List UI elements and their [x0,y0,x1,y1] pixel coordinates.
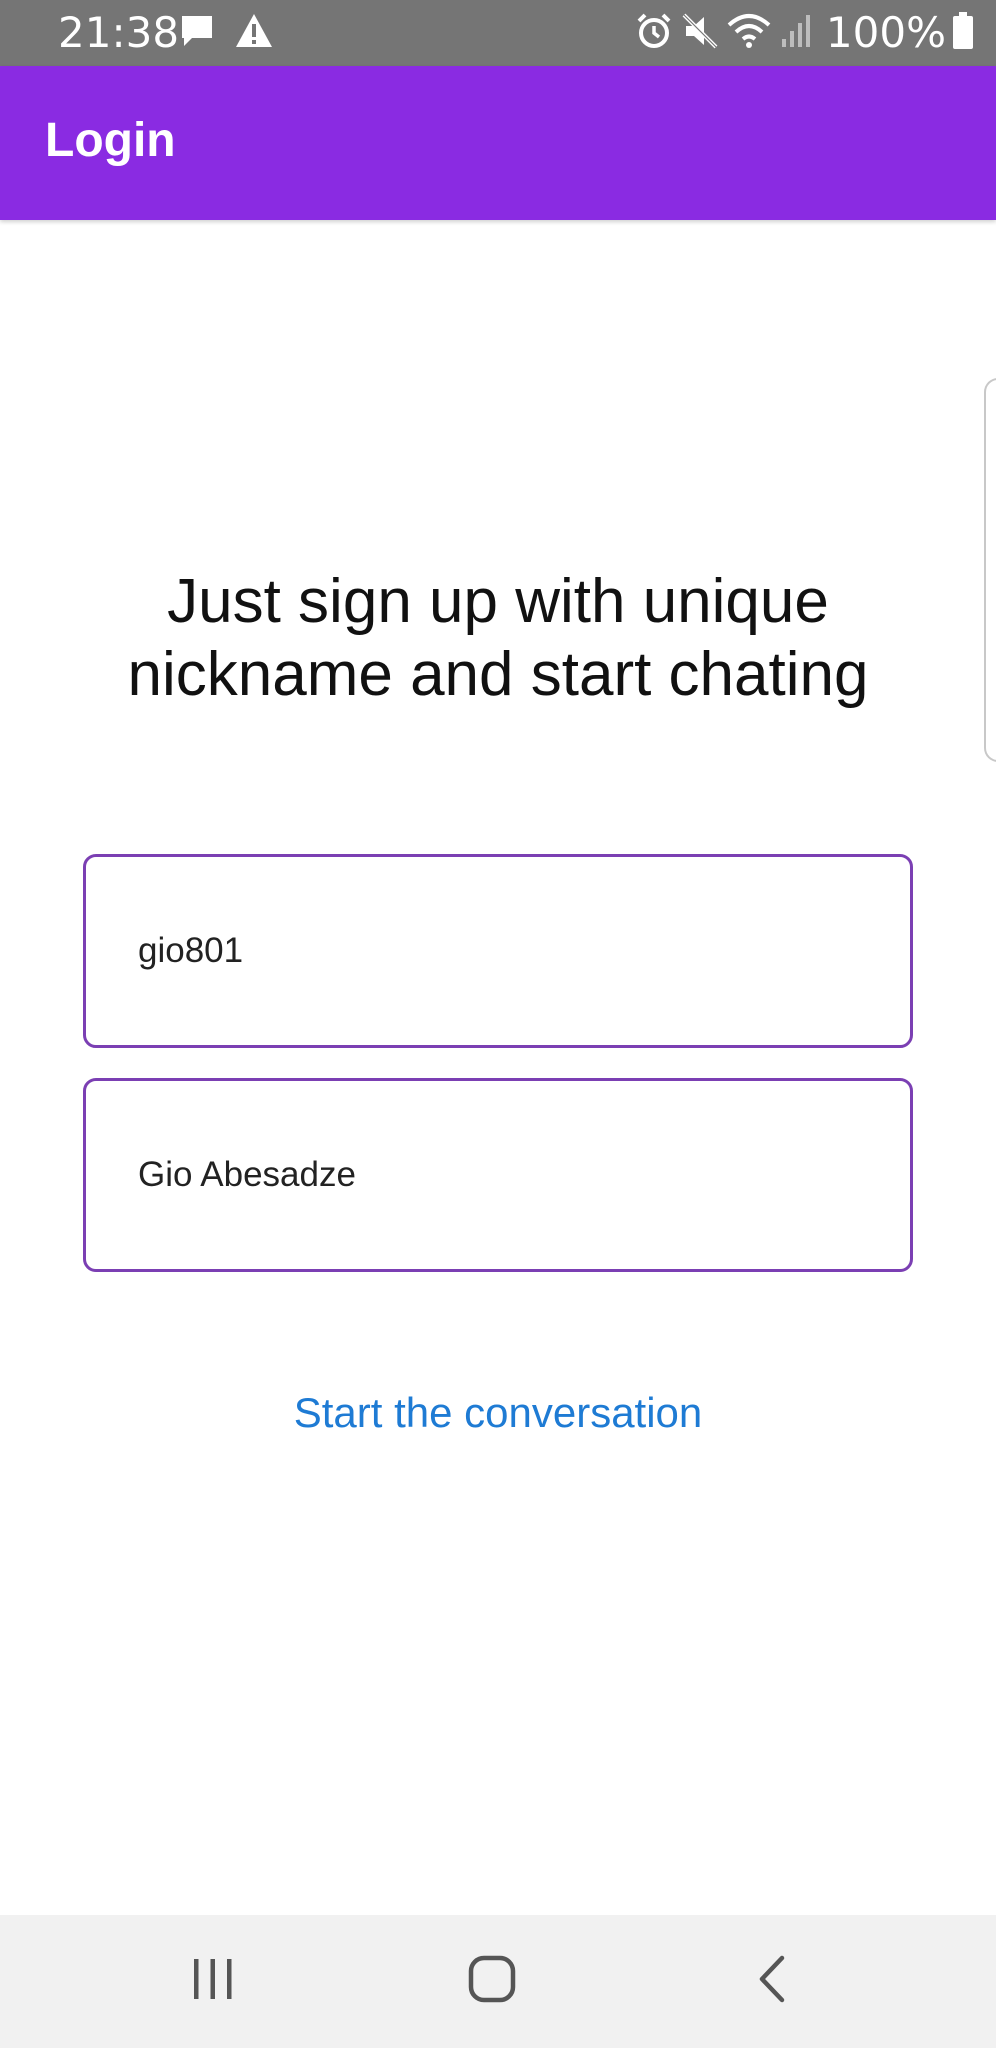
wifi-icon [726,11,772,56]
home-icon [467,1954,517,2009]
home-button[interactable] [432,1935,552,2027]
nickname-field[interactable] [83,854,913,1048]
signal-icon [778,11,814,56]
start-conversation-button[interactable]: Start the conversation [0,1386,996,1440]
navigation-bar [0,1915,996,2048]
warning-icon [234,12,274,55]
status-right-icons: 100% [634,6,974,60]
alarm-icon [634,11,674,56]
back-button[interactable] [711,1935,831,2027]
login-screen: 21:38 100% Login Just sign up with uniqu… [0,0,996,2048]
back-icon [754,1954,788,2009]
recents-button[interactable] [153,1935,273,2027]
fullname-input[interactable] [138,1081,878,1269]
battery-icon [952,11,974,56]
app-bar: Login [0,66,996,220]
app-bar-title: Login [45,114,176,167]
status-left-icons [178,12,274,54]
status-time: 21:38 [58,8,180,57]
page-headline: Just sign up with unique nickname and st… [127,567,869,709]
status-bar: 21:38 100% [0,0,996,66]
nickname-input[interactable] [138,857,878,1045]
battery-percent: 100% [825,8,946,57]
chat-bubble-icon [178,12,216,55]
recents-icon [190,1955,236,2008]
mute-icon [680,11,720,56]
edge-panel-handle[interactable] [984,378,996,762]
fullname-field[interactable] [83,1078,913,1272]
